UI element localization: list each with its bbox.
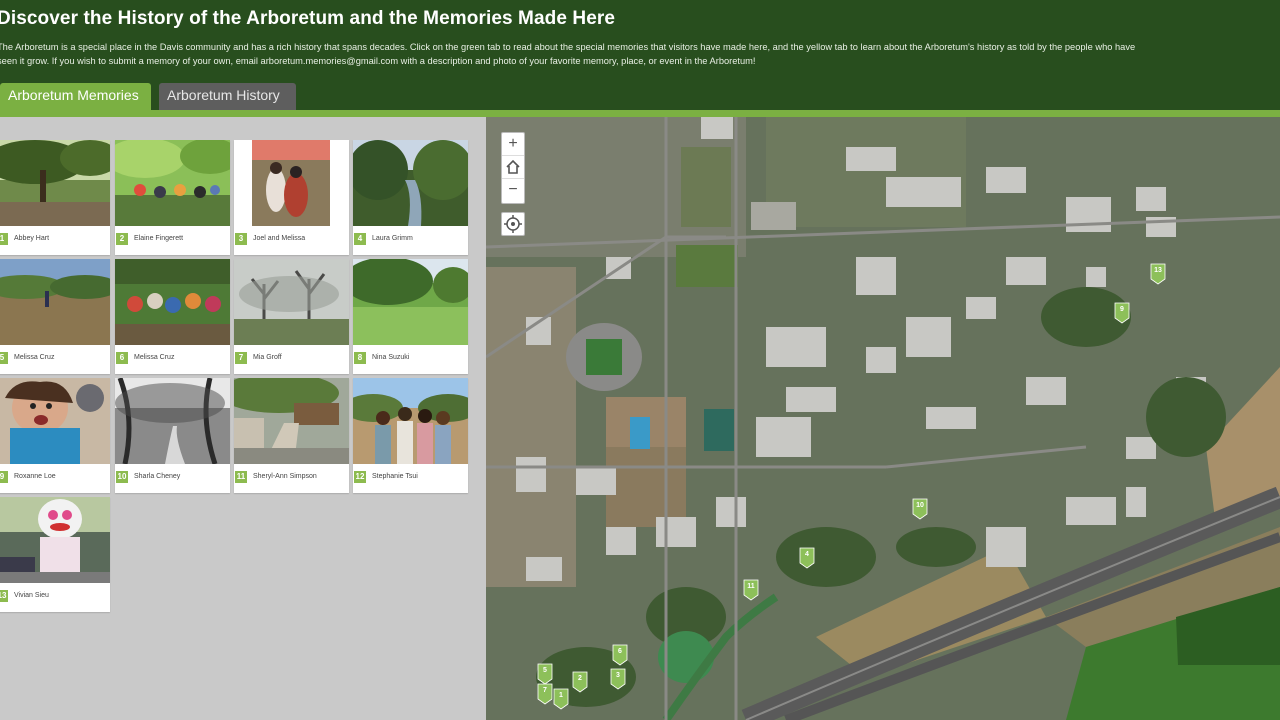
gallery-card[interactable]: 13 Vivian Sieu: [0, 497, 110, 612]
gallery-card[interactable]: 9 Roxanne Loe: [0, 378, 110, 493]
zoom-in-button[interactable]: +: [502, 133, 524, 156]
pin-number: 7: [543, 687, 547, 694]
item-name: Joel and Melissa: [253, 235, 306, 242]
map-pin[interactable]: 1: [553, 688, 569, 710]
home-button[interactable]: [502, 156, 524, 179]
pin-number: 9: [1120, 306, 1124, 313]
gallery-card[interactable]: 10 Sharla Cheney: [115, 378, 230, 493]
memories-gallery: 1 Abbey Hart 2 Elaine Fingerett 3 Joel and …: [0, 117, 486, 720]
item-name: Laura Grimm: [372, 235, 413, 242]
item-name: Stephanie Tsui: [372, 473, 418, 480]
item-name: Sheryl-Ann Simpson: [253, 473, 317, 480]
pin-number: 1: [559, 692, 563, 699]
photo-thumbnail[interactable]: [0, 497, 110, 583]
pin-number: 3: [616, 672, 620, 679]
photo-thumbnail[interactable]: [234, 259, 349, 345]
item-name: Nina Suzuki: [372, 354, 410, 361]
item-number: 6: [116, 352, 128, 364]
photo-thumbnail[interactable]: [234, 140, 349, 226]
item-number: 3: [235, 233, 247, 245]
map-pin[interactable]: 9: [1114, 302, 1130, 324]
photo-thumbnail[interactable]: [353, 259, 468, 345]
map-pin[interactable]: 5: [537, 663, 553, 685]
gallery-card[interactable]: 7 Mia Groff: [234, 259, 349, 374]
gallery-card[interactable]: 11 Sheryl-Ann Simpson: [234, 378, 349, 493]
photo-thumbnail[interactable]: [0, 259, 110, 345]
zoom-out-button[interactable]: −: [502, 179, 524, 202]
tab-underline: [0, 110, 1280, 117]
pin-number: 11: [747, 583, 755, 590]
gallery-card[interactable]: 8 Nina Suzuki: [353, 259, 468, 374]
photo-thumbnail[interactable]: [0, 140, 110, 226]
item-name: Melissa Cruz: [14, 354, 55, 361]
description-line-1: The Arboretum is a special place in the …: [0, 42, 1136, 52]
map-pin[interactable]: 11: [743, 579, 759, 601]
gallery-card[interactable]: 12 Stephanie Tsui: [353, 378, 468, 493]
gallery-card[interactable]: 3 Joel and Melissa: [234, 140, 349, 255]
pin-number: 6: [618, 648, 622, 655]
item-number: 13: [0, 590, 8, 602]
item-number: 2: [116, 233, 128, 245]
map-pin[interactable]: 6: [612, 644, 628, 666]
gallery-card[interactable]: 1 Abbey Hart: [0, 140, 110, 255]
map-pin[interactable]: 2: [572, 671, 588, 693]
gallery-card[interactable]: 2 Elaine Fingerett: [115, 140, 230, 255]
header: Discover the History of the Arboretum an…: [0, 0, 1280, 110]
arboretum-map[interactable]: + − 13 9 10 4 11 6 3 2 5 7 1: [486, 117, 1280, 720]
gallery-card[interactable]: 5 Melissa Cruz: [0, 259, 110, 374]
item-number: 10: [116, 471, 128, 483]
pin-number: 13: [1154, 267, 1162, 274]
map-pin[interactable]: 4: [799, 547, 815, 569]
satellite-imagery: [486, 117, 1280, 720]
item-number: 7: [235, 352, 247, 364]
map-pin[interactable]: 10: [912, 498, 928, 520]
photo-thumbnail[interactable]: [115, 378, 230, 464]
pin-number: 10: [916, 502, 924, 509]
item-name: Abbey Hart: [14, 235, 50, 242]
item-number: 9: [0, 471, 8, 483]
item-number: 4: [354, 233, 366, 245]
home-icon: [506, 159, 520, 174]
photo-thumbnail[interactable]: [353, 378, 468, 464]
item-name: Melissa Cruz: [134, 354, 175, 361]
item-number: 5: [0, 352, 8, 364]
item-name: Roxanne Loe: [14, 473, 56, 480]
gallery-card[interactable]: 4 Laura Grimm: [353, 140, 468, 255]
photo-thumbnail[interactable]: [115, 259, 230, 345]
map-pin[interactable]: 3: [610, 668, 626, 690]
item-name: Vivian Sieu: [14, 592, 49, 599]
pin-number: 5: [543, 667, 547, 674]
page-title: Discover the History of the Arboretum an…: [0, 8, 616, 29]
zoom-controls: + −: [501, 132, 525, 204]
item-name: Mia Groff: [253, 354, 282, 361]
photo-thumbnail[interactable]: [115, 140, 230, 226]
locate-button[interactable]: [501, 212, 525, 236]
description-line-2: seen it grow. If you wish to submit a me…: [0, 56, 756, 66]
map-pin[interactable]: 7: [537, 683, 553, 705]
page-description: The Arboretum is a special place in the …: [0, 40, 1280, 68]
item-number: 1: [0, 233, 8, 245]
item-name: Elaine Fingerett: [134, 235, 184, 242]
photo-thumbnail[interactable]: [234, 378, 349, 464]
pin-number: 4: [805, 551, 809, 558]
photo-thumbnail[interactable]: [353, 140, 468, 226]
map-pin[interactable]: 13: [1150, 263, 1166, 285]
item-number: 12: [354, 471, 366, 483]
item-number: 8: [354, 352, 366, 364]
tab-arboretum-memories[interactable]: Arboretum Memories: [0, 83, 151, 110]
item-name: Sharla Cheney: [134, 473, 181, 480]
photo-thumbnail[interactable]: [0, 378, 110, 464]
tab-arboretum-history[interactable]: Arboretum History: [159, 83, 296, 110]
gallery-card[interactable]: 6 Melissa Cruz: [115, 259, 230, 374]
pin-number: 2: [578, 675, 582, 682]
item-number: 11: [235, 471, 247, 483]
locate-icon: [504, 215, 522, 233]
